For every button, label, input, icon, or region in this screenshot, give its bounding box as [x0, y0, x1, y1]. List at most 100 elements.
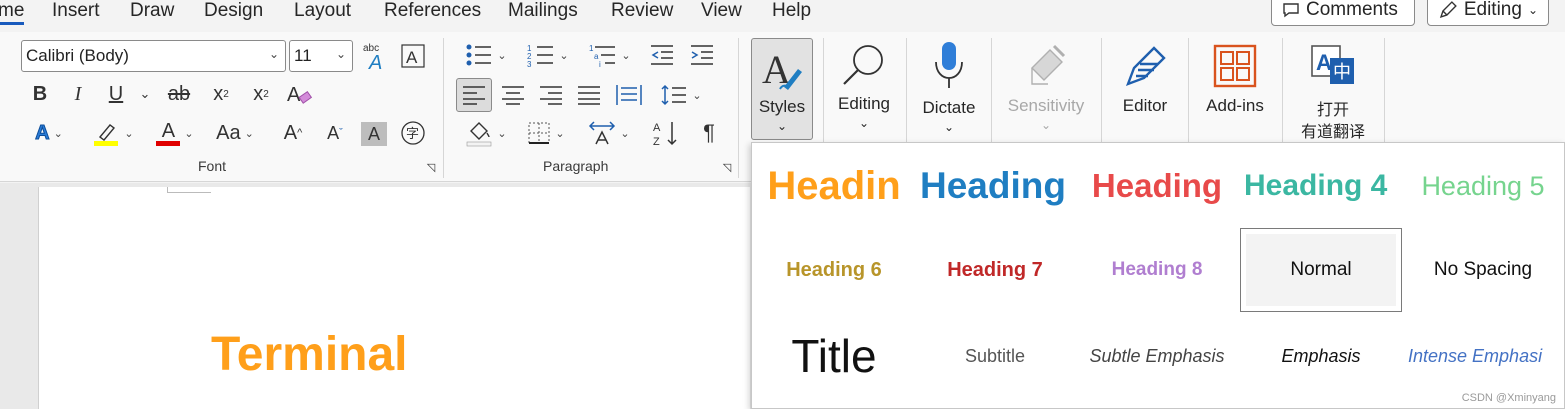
- highlight-color-button[interactable]: ⌄: [88, 118, 138, 148]
- distributed-button[interactable]: [614, 78, 644, 112]
- text-direction-button[interactable]: ⌄: [584, 118, 634, 148]
- style-heading-4[interactable]: Heading 4: [1244, 151, 1392, 221]
- increase-indent-icon: [691, 45, 713, 65]
- change-case-button[interactable]: Aa ⌄: [210, 118, 260, 148]
- shrink-font-button[interactable]: Aˇ: [320, 118, 350, 148]
- grow-font-button[interactable]: A ^: [278, 118, 308, 148]
- document-page[interactable]: Terminal: [38, 187, 750, 409]
- show-formatting-button[interactable]: ¶: [696, 118, 722, 148]
- tab-review[interactable]: Review: [611, 0, 673, 22]
- tab-draw[interactable]: Draw: [130, 0, 174, 22]
- add-ins-label: Add-ins: [1206, 96, 1264, 115]
- bold-button[interactable]: B: [28, 80, 52, 108]
- dialog-launcher-icon[interactable]: ◹: [424, 160, 438, 174]
- bullets-button[interactable]: ⌄: [458, 40, 514, 70]
- multilevel-list-button[interactable]: 1 a i ⌄: [582, 40, 638, 70]
- font-name-value: Calibri (Body): [26, 46, 129, 65]
- styles-button[interactable]: A Styles ⌄: [751, 38, 813, 140]
- style-heading-5[interactable]: Heading 5: [1404, 151, 1562, 221]
- style-emphasis[interactable]: Emphasis: [1244, 319, 1398, 393]
- chevron-down-icon: ⌄: [268, 47, 279, 61]
- tab-references[interactable]: References: [384, 0, 481, 22]
- chevron-down-icon: ⌄: [53, 127, 63, 140]
- subscript-button[interactable]: x2: [208, 80, 234, 108]
- shading-button[interactable]: ⌄: [458, 118, 514, 148]
- add-ins-button[interactable]: Add-ins: [1196, 38, 1274, 128]
- chevron-down-icon[interactable]: ⌄: [138, 82, 152, 106]
- style-intense-emphasis-label: Intense Emphasi: [1408, 345, 1543, 366]
- chevron-down-icon: ⌄: [124, 127, 134, 140]
- style-heading-8-label: Heading 8: [1111, 259, 1203, 280]
- comments-button[interactable]: Comments: [1271, 0, 1415, 26]
- chevron-down-icon: ⌄: [943, 120, 955, 134]
- style-heading-2[interactable]: Heading: [920, 151, 1070, 221]
- tab-layout[interactable]: Layout: [294, 0, 351, 22]
- style-intense-emphasis[interactable]: Intense Emphasi: [1404, 319, 1562, 393]
- style-subtitle[interactable]: Subtitle: [920, 319, 1070, 393]
- borders-button[interactable]: ⌄: [520, 118, 572, 148]
- dialog-launcher-icon[interactable]: ◹: [720, 160, 734, 174]
- tab-view[interactable]: View: [701, 0, 742, 22]
- style-heading-1[interactable]: Headin: [756, 151, 912, 221]
- style-heading-8[interactable]: Heading 8: [1082, 231, 1232, 309]
- text-effects-button[interactable]: A ⌄: [26, 118, 72, 148]
- style-title-label: Title: [791, 330, 877, 382]
- tab-mailings[interactable]: Mailings: [508, 0, 578, 22]
- font-size-value: 11: [294, 46, 312, 65]
- chevron-down-icon: ⌄: [858, 116, 870, 130]
- enclose-characters-icon[interactable]: 字: [400, 120, 426, 146]
- clear-all-formatting-icon[interactable]: A: [284, 80, 314, 108]
- style-heading-3-label: Heading: [1091, 167, 1223, 204]
- style-heading-6[interactable]: Heading 6: [756, 231, 912, 309]
- font-color-button[interactable]: A ⌄: [150, 118, 200, 148]
- superscript-button[interactable]: x2: [248, 80, 274, 108]
- editor-button[interactable]: Editor: [1110, 38, 1180, 128]
- style-title[interactable]: Title: [756, 319, 912, 393]
- decrease-indent-button[interactable]: [648, 40, 676, 70]
- numbering-button[interactable]: 1 2 3 ⌄: [520, 40, 576, 70]
- sensitivity-label: Sensitivity: [1007, 96, 1085, 115]
- tab-home[interactable]: me: [0, 0, 25, 25]
- document-heading-text[interactable]: Terminal: [211, 327, 408, 382]
- tab-design[interactable]: Design: [204, 0, 263, 22]
- styles-icon: A: [762, 47, 802, 91]
- increase-indent-button[interactable]: [688, 40, 716, 70]
- italic-button[interactable]: I: [66, 80, 90, 108]
- spelling-icon[interactable]: abc A: [360, 40, 390, 72]
- align-left-icon: [463, 86, 485, 105]
- youdao-translate-button[interactable]: A 中 打开 有道翻译: [1290, 38, 1376, 142]
- style-subtle-emphasis-label: Subtle Emphasis: [1089, 345, 1225, 366]
- clear-formatting-icon[interactable]: A: [400, 42, 426, 70]
- dictate-button[interactable]: Dictate ⌄: [914, 38, 984, 140]
- styles-gallery: Headin Heading Heading Heading 4 Heading…: [751, 142, 1565, 409]
- style-heading-7[interactable]: Heading 7: [920, 231, 1070, 309]
- shrink-font-label: A: [327, 122, 340, 143]
- align-center-icon: [502, 86, 524, 105]
- style-heading-3[interactable]: Heading: [1082, 151, 1232, 221]
- style-subtle-emphasis[interactable]: Subtle Emphasis: [1078, 319, 1236, 393]
- style-no-spacing[interactable]: No Spacing: [1404, 231, 1562, 309]
- tab-help[interactable]: Help: [772, 0, 811, 22]
- font-name-select[interactable]: Calibri (Body) ⌄: [21, 40, 286, 72]
- chevron-down-icon: ⌄: [559, 49, 569, 62]
- align-right-icon: [540, 86, 562, 105]
- style-emphasis-label: Emphasis: [1281, 345, 1361, 366]
- align-left-button[interactable]: [456, 78, 492, 112]
- style-normal[interactable]: Normal: [1240, 228, 1402, 312]
- svg-text:中: 中: [1333, 62, 1351, 83]
- dictate-label: Dictate: [922, 98, 976, 117]
- strikethrough-button[interactable]: ab: [164, 80, 194, 108]
- sort-button[interactable]: AZ: [650, 118, 682, 148]
- editing-button[interactable]: Editing ⌄: [830, 38, 898, 138]
- tab-insert[interactable]: Insert: [52, 0, 100, 22]
- underline-button[interactable]: U: [104, 80, 128, 108]
- align-right-button[interactable]: [536, 78, 566, 112]
- justify-button[interactable]: [574, 78, 604, 112]
- chevron-down-icon: ⌄: [1527, 3, 1538, 17]
- margin-marker: [167, 187, 211, 193]
- line-spacing-button[interactable]: ⌄: [656, 78, 706, 112]
- editing-mode-button[interactable]: Editing ⌄: [1427, 0, 1549, 26]
- align-center-button[interactable]: [498, 78, 528, 112]
- font-size-select[interactable]: 11 ⌄: [289, 40, 353, 72]
- character-shading-button[interactable]: A: [361, 122, 387, 146]
